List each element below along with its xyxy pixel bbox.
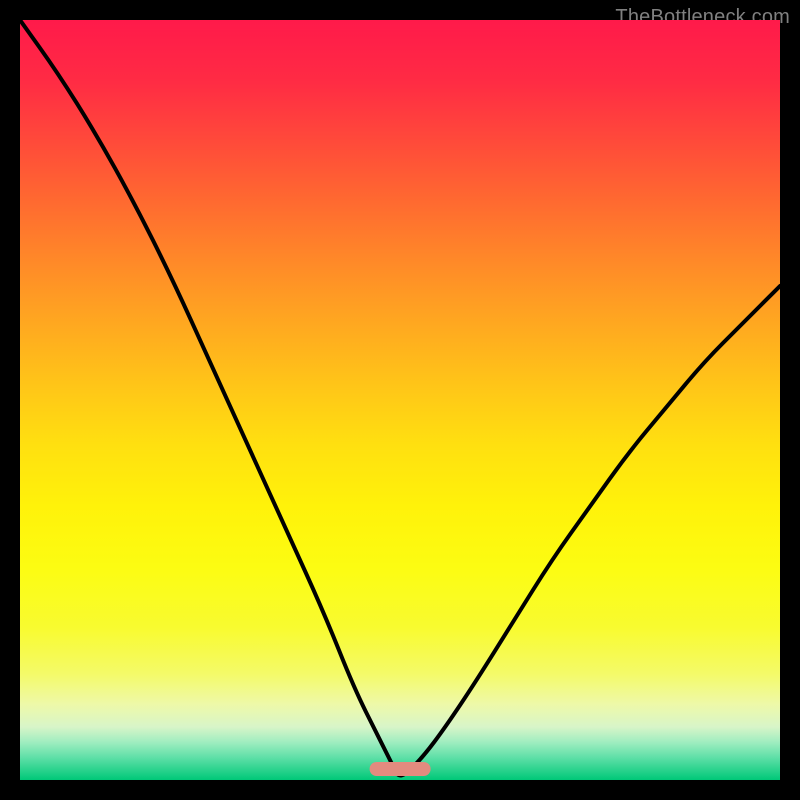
bottleneck-curve [20,20,780,780]
chart-container: TheBottleneck.com [0,0,800,800]
optimal-marker [370,762,431,776]
plot-area [20,20,780,780]
